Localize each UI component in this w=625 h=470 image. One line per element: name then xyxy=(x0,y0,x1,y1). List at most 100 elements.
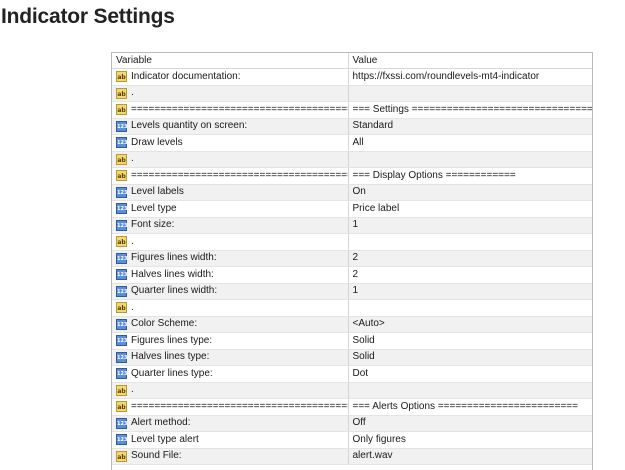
variable-cell[interactable]: ab. xyxy=(112,151,349,168)
value-cell[interactable]: https://fxssi.com/roundlevels-mt4-indica… xyxy=(348,68,592,86)
table-row[interactable]: 123 Draw levels All xyxy=(112,134,592,152)
variable-cell[interactable]: ab ======================================… xyxy=(112,398,349,416)
column-header-variable[interactable]: Variable xyxy=(112,53,349,69)
value-cell[interactable]: <Auto> xyxy=(348,316,592,333)
variable-cell[interactable]: ab. xyxy=(112,85,349,102)
variable-cell[interactable]: 123 Figures lines type: xyxy=(112,332,349,350)
value-cell[interactable] xyxy=(348,151,592,168)
value-cell[interactable]: 2 xyxy=(348,250,592,267)
table-row[interactable]: 123 Level type Price label xyxy=(112,200,592,218)
table-row[interactable]: 123 Level labels On xyxy=(112,184,592,201)
table-row[interactable]: 123 Halves lines type: Solid xyxy=(112,349,592,366)
value-cell[interactable] xyxy=(348,85,592,102)
table-row[interactable]: 123 Level type alert Only figures xyxy=(112,431,592,449)
variable-cell[interactable]: ab Indicator documentation: xyxy=(112,68,349,86)
variable-cell[interactable]: 123 Halves lines type: xyxy=(112,349,349,366)
variable-cell[interactable]: ab ======================================… xyxy=(112,101,349,119)
variable-cell[interactable]: ab. xyxy=(112,233,349,251)
variable-cell[interactable]: ab ======================================… xyxy=(112,167,349,185)
number-type-icon: 123 xyxy=(116,120,127,132)
variable-cell-content: 123 Halves lines type: xyxy=(116,350,347,364)
variable-cell[interactable]: ab Sound File: xyxy=(112,448,349,465)
table-row[interactable]: ab ===================================== =… xyxy=(112,167,592,185)
value-cell[interactable]: 1 xyxy=(348,283,592,300)
variable-cell[interactable]: 123 Quarter lines width: xyxy=(112,283,349,300)
value-cell[interactable]: On xyxy=(348,184,592,201)
value-cell[interactable] xyxy=(348,233,592,251)
table-row[interactable]: 123 Figures lines width: 2 xyxy=(112,250,592,267)
variable-cell[interactable]: 123 Level type xyxy=(112,200,349,218)
number-type-icon: 123 xyxy=(116,269,127,281)
variable-cell[interactable]: ab. xyxy=(112,382,349,399)
variable-cell-content: ab. xyxy=(116,152,347,166)
table-row[interactable]: 123 Alert method: Off xyxy=(112,415,592,432)
table-row[interactable]: ab. xyxy=(112,382,592,399)
variable-name: Quarter lines type: xyxy=(131,367,213,379)
variable-cell[interactable]: 123 Color Scheme: xyxy=(112,316,349,333)
value-cell[interactable]: 1 xyxy=(348,217,592,234)
value-cell[interactable]: All xyxy=(348,134,592,152)
variable-cell[interactable]: 123 Level labels xyxy=(112,184,349,201)
table-row[interactable]: 123 Halves lines width: 2 xyxy=(112,266,592,284)
variable-cell[interactable]: 123 Figures lines width: xyxy=(112,250,349,267)
table-row[interactable]: 123 Font size: 1 xyxy=(112,217,592,234)
value-cell[interactable]: 2 xyxy=(348,266,592,284)
variable-name: Draw levels xyxy=(131,136,183,148)
variable-cell-content: ab ======================================… xyxy=(116,169,347,183)
variable-cell[interactable]: 123 Alert method: xyxy=(112,415,349,432)
variable-cell[interactable]: 123 Font size: xyxy=(112,217,349,234)
value-cell[interactable]: === Display Options ============ xyxy=(348,167,592,185)
value-cell[interactable]: Price label xyxy=(348,200,592,218)
variable-cell-content: ab Sound File: xyxy=(116,449,347,463)
string-type-icon: ab xyxy=(116,170,127,182)
variable-name: Halves lines width: xyxy=(131,268,214,280)
indicator-settings-grid: Variable Value ab Indicator documentation… xyxy=(111,52,593,470)
variable-name: Quarter lines width: xyxy=(131,285,218,297)
value-cell[interactable]: Dot xyxy=(348,365,592,383)
variable-cell-content: 123 Alert method: xyxy=(116,416,347,430)
value-cell[interactable]: Off xyxy=(348,415,592,432)
table-row[interactable]: 123 Quarter lines width: 1 xyxy=(112,283,592,300)
table-row[interactable]: ab. xyxy=(112,151,592,168)
number-type-icon: 123 xyxy=(116,335,127,347)
table-row[interactable]: 123 Quarter lines type: Dot xyxy=(112,365,592,383)
value-cell[interactable]: alert.wav xyxy=(348,448,592,465)
table-row[interactable]: ab Sound File: alert.wav xyxy=(112,448,592,465)
variable-cell[interactable]: 123 Quarter lines type: xyxy=(112,365,349,383)
table-row[interactable]: 123 Color Scheme: <Auto> xyxy=(112,316,592,333)
column-header-value[interactable]: Value xyxy=(348,53,592,69)
table-row[interactable]: ab Indicator documentation: https://fxssi.… xyxy=(112,68,592,86)
string-type-icon: ab xyxy=(116,302,127,314)
variable-cell-content: 123 Halves lines width: xyxy=(116,268,347,282)
table-row[interactable]: 123 Levels quantity on screen: Standard xyxy=(112,118,592,135)
string-type-icon: ab xyxy=(116,71,127,83)
value-cell[interactable]: Only figures xyxy=(348,431,592,449)
variable-cell[interactable]: 123 Level type alert xyxy=(112,431,349,449)
variable-cell[interactable]: 123 Levels quantity on screen: xyxy=(112,118,349,135)
variable-cell[interactable]: 123 Draw levels xyxy=(112,134,349,152)
table-header-row: Variable Value xyxy=(112,53,592,69)
variable-cell[interactable]: ab. xyxy=(112,299,349,317)
table-row[interactable]: ab ===================================== =… xyxy=(112,398,592,416)
variable-cell-content: 123 Figures lines type: xyxy=(116,334,347,348)
table-row[interactable]: 123 Figures lines type: Solid xyxy=(112,332,592,350)
string-type-icon: ab xyxy=(116,384,127,396)
value-cell[interactable]: Solid xyxy=(348,349,592,366)
value-cell[interactable] xyxy=(348,299,592,317)
value-cell[interactable]: === Settings ===========================… xyxy=(348,101,592,119)
table-row[interactable]: ab. xyxy=(112,299,592,317)
table-row[interactable]: ab ===================================== =… xyxy=(112,101,592,119)
value-cell[interactable]: Standard xyxy=(348,118,592,135)
table-row[interactable]: ab. xyxy=(112,85,592,102)
value-cell[interactable]: Solid xyxy=(348,332,592,350)
variable-name: . xyxy=(131,384,134,396)
string-type-icon: ab xyxy=(116,401,127,413)
value-cell[interactable]: === Alerts Options =====================… xyxy=(348,398,592,416)
variable-cell-content: 123 Level labels xyxy=(116,185,347,199)
number-type-icon: 123 xyxy=(116,417,127,429)
variable-name: Level labels xyxy=(131,186,184,198)
table-row[interactable]: ab. xyxy=(112,233,592,251)
variable-cell[interactable]: 123 Halves lines width: xyxy=(112,266,349,284)
number-type-icon: 123 xyxy=(116,203,127,215)
value-cell[interactable] xyxy=(348,382,592,399)
